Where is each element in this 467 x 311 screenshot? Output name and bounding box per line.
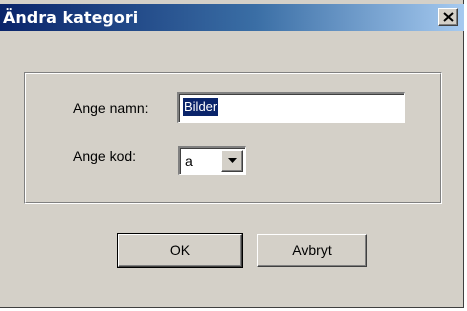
name-input[interactable]: Bilder [177, 92, 405, 123]
code-select-value: a [185, 153, 193, 169]
code-label: Ange kod: [73, 148, 137, 164]
name-input-value: Bilder [183, 98, 219, 116]
close-button[interactable] [438, 8, 458, 26]
window-title: Ändra kategori [3, 8, 139, 27]
close-icon [443, 12, 454, 22]
code-dropdown-button[interactable] [221, 150, 243, 172]
cancel-button[interactable]: Avbryt [257, 234, 367, 267]
dialog-window: Ändra kategori Ange namn: Bilder Ange ko… [0, 0, 464, 308]
name-label: Ange namn: [73, 100, 149, 116]
ok-button[interactable]: OK [117, 233, 243, 268]
chevron-down-icon [228, 158, 237, 163]
code-select[interactable]: a [178, 146, 246, 175]
title-bar[interactable]: Ändra kategori [0, 4, 464, 31]
